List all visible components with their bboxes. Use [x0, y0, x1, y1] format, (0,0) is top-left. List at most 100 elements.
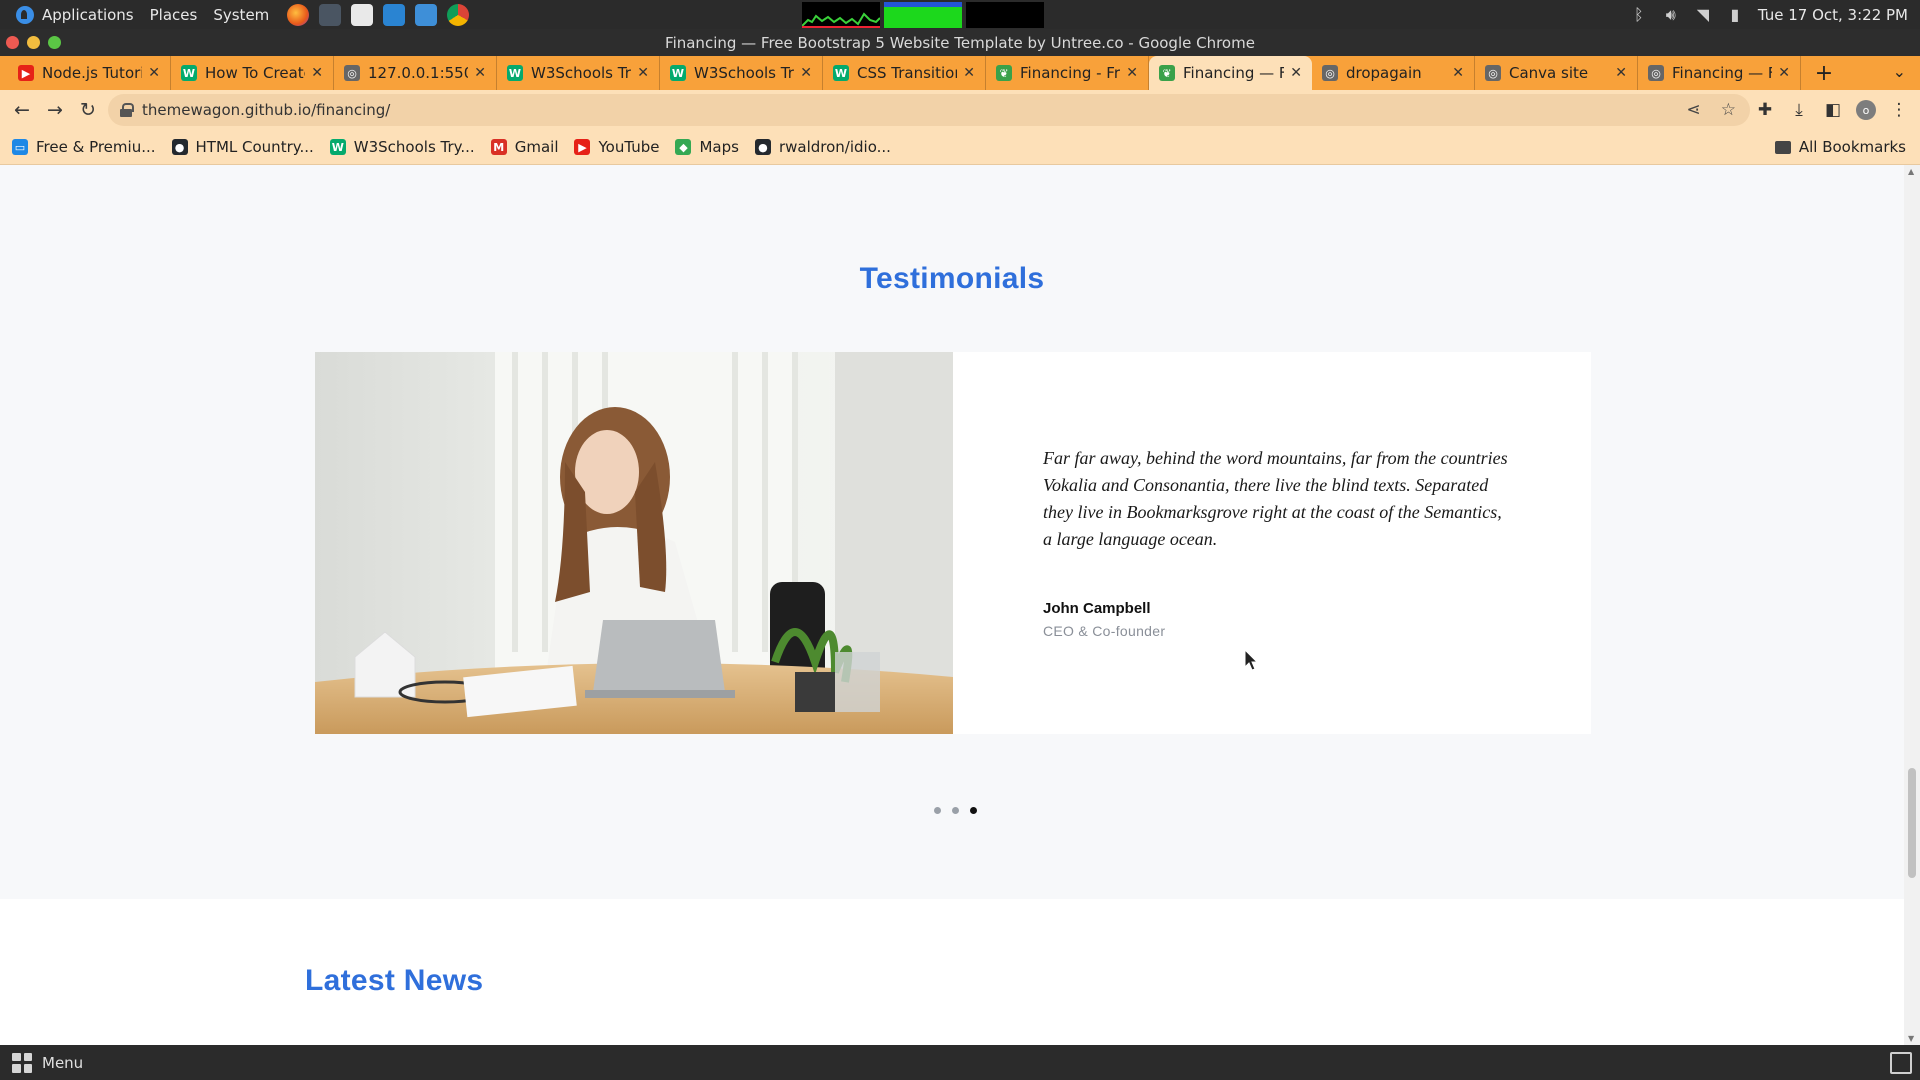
forward-button[interactable]: →	[39, 94, 71, 126]
tab-title: CSS Transition	[857, 64, 958, 82]
bookmark-favicon-icon: ▭	[12, 139, 28, 155]
reload-button[interactable]: ↻	[72, 94, 104, 126]
applications-menu[interactable]: Applications	[8, 0, 142, 29]
wifi-icon[interactable]: ◥	[1694, 5, 1712, 24]
scroll-up-icon[interactable]: ▲	[1908, 167, 1914, 176]
browser-tab[interactable]: ◎ dropagain ✕	[1312, 56, 1475, 90]
testimonial-author: John Campbell	[1043, 600, 1151, 617]
bookmark-favicon-icon: W	[329, 139, 346, 155]
testimonial-content: Far far away, behind the word mountains,…	[1043, 445, 1513, 639]
tab-close-icon[interactable]: ✕	[474, 65, 486, 81]
chrome-menu-icon[interactable]: ⋮	[1888, 94, 1910, 126]
testimonials-heading: Testimonials	[859, 262, 1045, 295]
battery-icon[interactable]: ▮	[1726, 5, 1744, 24]
scroll-thumb[interactable]	[1908, 768, 1916, 878]
tab-close-icon[interactable]: ✕	[148, 65, 160, 81]
tab-favicon-icon: W	[507, 65, 523, 81]
tab-close-icon[interactable]: ✕	[800, 65, 812, 81]
browser-tab[interactable]: ❦ Financing - Fr ✕	[986, 56, 1149, 90]
show-desktop-icon[interactable]	[1890, 1052, 1912, 1074]
tab-close-icon[interactable]: ✕	[963, 65, 975, 81]
browser-tab[interactable]: W CSS Transition ✕	[823, 56, 986, 90]
places-menu[interactable]: Places	[142, 0, 206, 29]
lock-icon[interactable]	[120, 103, 134, 117]
latest-news-section: Latest News	[0, 899, 1904, 1045]
bookmark-label: rwaldron/idio...	[778, 138, 891, 156]
tab-close-icon[interactable]: ✕	[1452, 65, 1464, 81]
bookmark-item[interactable]: ◆ Maps	[675, 138, 739, 156]
extensions-icon[interactable]: ✚	[1754, 94, 1776, 126]
browser-toolbar: ← → ↻ themewagon.github.io/financing/ ⋖ …	[0, 90, 1920, 130]
browser-tab[interactable]: ◎ Financing — F ✕	[1638, 56, 1801, 90]
browser-tab[interactable]: ▶ Node.js Tutori ✕	[8, 56, 171, 90]
carousel-dot[interactable]	[952, 807, 959, 814]
tab-title: Financing - Fr	[1020, 64, 1121, 82]
chrome-launcher-icon[interactable]	[447, 3, 470, 26]
editor-launcher-icon[interactable]	[351, 3, 374, 26]
browser-tab[interactable]: ◎ Canva site ✕	[1475, 56, 1638, 90]
bookmark-item[interactable]: ▶ YouTube	[574, 138, 659, 156]
browser-tab[interactable]: W W3Schools Tr ✕	[497, 56, 660, 90]
bookmark-star-icon[interactable]: ☆	[1721, 100, 1736, 120]
close-window-button[interactable]	[6, 36, 19, 49]
bluetooth-icon[interactable]: ᛒ	[1630, 5, 1648, 24]
browser-tab[interactable]: W How To Create ✕	[171, 56, 334, 90]
tab-close-icon[interactable]: ✕	[1126, 65, 1138, 81]
download-icon[interactable]: ⤓	[1788, 94, 1810, 126]
taskbar-menu-label[interactable]: Menu	[42, 1054, 83, 1072]
url-text[interactable]: themewagon.github.io/financing/	[142, 101, 390, 119]
all-bookmarks-button[interactable]: All Bookmarks	[1774, 138, 1906, 156]
browser-tab[interactable]: ❦ Financing — F ✕	[1149, 56, 1312, 90]
browser-tab[interactable]: ◎ 127.0.0.1:5500 ✕	[334, 56, 497, 90]
page-scrollbar[interactable]: ▲ ▼	[1904, 165, 1920, 1045]
tab-title: 127.0.0.1:5500	[368, 64, 468, 82]
tab-close-icon[interactable]: ✕	[1778, 65, 1790, 81]
vscode-launcher-icon[interactable]	[383, 3, 406, 26]
profile-avatar[interactable]: o	[1856, 100, 1876, 120]
tab-close-icon[interactable]: ✕	[1290, 65, 1302, 81]
carousel-dot[interactable]	[934, 807, 941, 814]
tab-search-icon[interactable]: ⌄	[1893, 62, 1906, 81]
bookmark-label: HTML Country...	[195, 138, 314, 156]
bookmark-item[interactable]: ● rwaldron/idio...	[754, 138, 891, 156]
bookmark-item[interactable]: ▭ Free & Premiu...	[12, 138, 156, 156]
menu-grid-icon[interactable]	[12, 1052, 32, 1073]
firefox-launcher-icon[interactable]	[287, 3, 310, 26]
bookmark-label: Maps	[699, 138, 739, 156]
browser-tab[interactable]: W W3Schools Tr ✕	[660, 56, 823, 90]
share-icon[interactable]: ⋖	[1687, 100, 1701, 120]
tab-title: Node.js Tutori	[42, 64, 143, 82]
back-button[interactable]: ←	[6, 94, 38, 126]
volume-icon[interactable]: 🔊︎	[1662, 5, 1680, 24]
folder-icon	[1774, 140, 1791, 154]
distro-logo-icon	[16, 5, 34, 24]
clock[interactable]: Tue 17 Oct, 3:22 PM	[1758, 6, 1908, 24]
page-viewport: Testimonials Far far away, behind the wo…	[0, 165, 1904, 1045]
tab-close-icon[interactable]: ✕	[311, 65, 323, 81]
terminal-launcher-icon[interactable]	[319, 3, 342, 26]
bookmark-item[interactable]: ● HTML Country...	[171, 138, 314, 156]
cloud-launcher-icon[interactable]	[415, 3, 438, 26]
tab-favicon-icon: W	[833, 65, 849, 81]
system-menu[interactable]: System	[205, 0, 277, 29]
scroll-down-icon[interactable]: ▼	[1908, 1034, 1914, 1043]
bookmark-item[interactable]: W W3Schools Try...	[329, 138, 475, 156]
carousel-dot[interactable]	[970, 807, 977, 814]
side-panel-icon[interactable]: ◧	[1822, 94, 1844, 126]
bookmark-favicon-icon: ▶	[574, 139, 591, 155]
tab-close-icon[interactable]: ✕	[1615, 65, 1627, 81]
applications-menu-label: Applications	[42, 5, 134, 24]
tab-title: Canva site	[1509, 64, 1589, 82]
tab-close-icon[interactable]: ✕	[637, 65, 649, 81]
testimonials-section: Testimonials Far far away, behind the wo…	[0, 165, 1904, 899]
maximize-window-button[interactable]	[48, 36, 61, 49]
bookmark-item[interactable]: M Gmail	[490, 138, 558, 156]
minimize-window-button[interactable]	[27, 36, 40, 49]
bookmark-favicon-icon: ●	[171, 139, 188, 155]
new-tab-button[interactable]: +	[1807, 56, 1841, 90]
window-controls	[6, 36, 61, 49]
tab-title: dropagain	[1346, 64, 1422, 82]
bookmark-favicon-icon: M	[490, 139, 507, 155]
testimonial-card: Far far away, behind the word mountains,…	[315, 352, 1591, 734]
address-bar[interactable]: themewagon.github.io/financing/ ⋖ ☆	[108, 94, 1750, 126]
